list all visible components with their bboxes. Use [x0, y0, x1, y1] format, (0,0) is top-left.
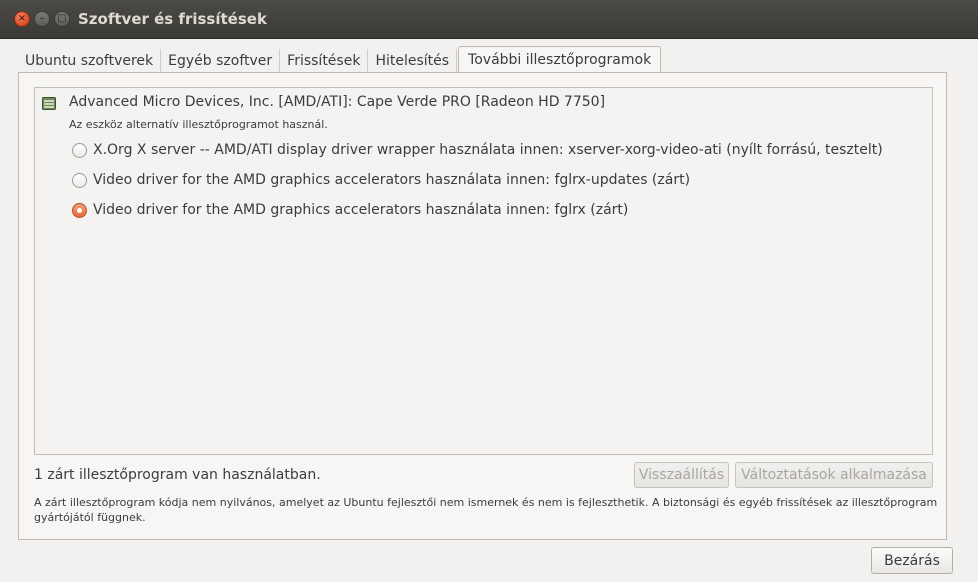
radio-button[interactable] — [72, 172, 87, 188]
tab-additional-drivers[interactable]: További illesztőprogramok — [458, 46, 662, 73]
window-title: Szoftver és frissítések — [78, 10, 267, 28]
driver-option-label[interactable]: Video driver for the AMD graphics accele… — [93, 172, 690, 188]
radio-button-selected[interactable] — [72, 202, 87, 218]
device-name: Advanced Micro Devices, Inc. [AMD/ATI]: … — [69, 94, 606, 110]
additional-drivers-panel: Advanced Micro Devices, Inc. [AMD/ATI]: … — [18, 72, 947, 540]
maximize-icon: □ — [57, 13, 67, 24]
radio-button[interactable] — [72, 142, 87, 158]
minimize-icon: – — [39, 13, 45, 24]
window-close-button[interactable]: × — [14, 11, 30, 27]
titlebar[interactable]: × – □ Szoftver és frissítések — [0, 0, 978, 39]
radio-dot-icon — [77, 207, 82, 213]
proprietary-note: A zárt illesztőprogram kódja nem nyilván… — [34, 496, 938, 524]
window-maximize-button[interactable]: □ — [54, 11, 70, 27]
close-icon: × — [17, 13, 27, 24]
tab-bar: Ubuntu szoftverek Egyéb szoftver Frissít… — [18, 46, 662, 73]
tab-ubuntu-software[interactable]: Ubuntu szoftverek — [18, 49, 162, 73]
driver-option-xorg[interactable]: X.Org X server -- AMD/ATI display driver… — [72, 140, 883, 160]
driver-option-label[interactable]: X.Org X server -- AMD/ATI display driver… — [93, 142, 883, 158]
software-updates-window: × – □ Szoftver és frissítések Ubuntu szo… — [0, 0, 978, 582]
apply-changes-button[interactable]: Változtatások alkalmazása — [735, 462, 933, 488]
close-button[interactable]: Bezárás — [871, 547, 953, 574]
revert-button[interactable]: Visszaállítás — [634, 462, 729, 488]
driver-list: Advanced Micro Devices, Inc. [AMD/ATI]: … — [34, 87, 933, 455]
tab-updates[interactable]: Frissítések — [280, 49, 369, 73]
video-card-icon — [42, 97, 56, 110]
driver-option-fglrx-updates[interactable]: Video driver for the AMD graphics accele… — [72, 170, 690, 190]
tab-authentication[interactable]: Hitelesítés — [368, 49, 458, 73]
window-minimize-button[interactable]: – — [34, 11, 50, 27]
device-status: Az eszköz alternatív illesztőprogramot h… — [69, 118, 328, 131]
driver-option-label[interactable]: Video driver for the AMD graphics accele… — [93, 202, 628, 218]
driver-option-fglrx[interactable]: Video driver for the AMD graphics accele… — [72, 200, 628, 220]
proprietary-status: 1 zárt illesztőprogram van használatban. — [34, 467, 321, 483]
tab-other-software[interactable]: Egyéb szoftver — [161, 49, 281, 73]
